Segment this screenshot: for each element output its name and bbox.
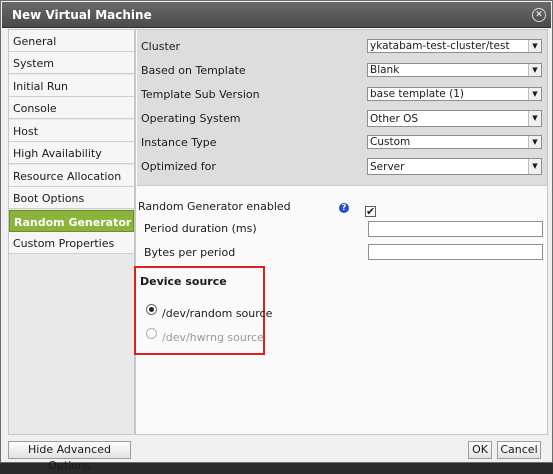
template-value: Blank — [370, 64, 400, 76]
period-duration-label: Period duration (ms) — [144, 222, 257, 235]
sidebar-item-custom-properties[interactable]: Custom Properties — [9, 232, 134, 254]
sidebar-item-random-generator[interactable]: Random Generator — [9, 210, 134, 232]
dialog-titlebar[interactable]: New Virtual Machine ✕ — [2, 2, 551, 28]
chevron-down-icon: ▼ — [528, 159, 541, 174]
sub-version-select[interactable]: base template (1) ▼ — [367, 87, 542, 101]
bytes-per-period-label: Bytes per period — [144, 246, 236, 259]
cluster-value: ykatabam-test-cluster/test — [370, 40, 510, 52]
dev-hwrng-radio[interactable] — [146, 328, 157, 339]
instance-type-value: Custom — [370, 136, 411, 148]
sidebar-item-console[interactable]: Console — [9, 97, 134, 119]
sidebar: General System Initial Run Console Host … — [8, 29, 135, 435]
sidebar-item-label: Host — [13, 125, 39, 138]
optimized-for-label: Optimized for — [141, 160, 216, 173]
sidebar-item-boot-options[interactable]: Boot Options — [9, 187, 134, 209]
sidebar-item-system[interactable]: System — [9, 52, 134, 74]
sidebar-item-label: Boot Options — [13, 192, 85, 205]
optimized-for-value: Server — [370, 161, 405, 173]
os-select[interactable]: Other OS ▼ — [367, 110, 542, 127]
sub-version-label: Template Sub Version — [141, 88, 260, 101]
sidebar-item-general[interactable]: General — [9, 30, 134, 52]
device-source-title: Device source — [140, 275, 227, 288]
ok-button[interactable]: OK — [468, 441, 492, 459]
new-vm-dialog: New Virtual Machine ✕ General System Ini… — [0, 0, 553, 472]
sidebar-item-label: Resource Allocation — [13, 170, 122, 183]
sidebar-item-label: General — [13, 35, 57, 48]
sidebar-item-initial-run[interactable]: Initial Run — [9, 75, 134, 97]
template-label: Based on Template — [141, 64, 246, 77]
rng-enabled-label: Random Generator enabled — [138, 200, 291, 213]
sidebar-item-label: High Availability — [13, 147, 102, 160]
sidebar-item-label: System — [13, 57, 55, 70]
hide-advanced-options-button[interactable]: Hide Advanced Options — [8, 441, 131, 472]
chevron-down-icon: ▼ — [528, 136, 541, 148]
template-select[interactable]: Blank ▼ — [367, 63, 542, 77]
instance-type-label: Instance Type — [141, 136, 217, 149]
os-label: Operating System — [141, 112, 241, 125]
sidebar-item-label: Custom Properties — [13, 237, 115, 250]
bytes-per-period-input[interactable] — [368, 244, 543, 260]
chevron-down-icon: ▼ — [528, 88, 541, 100]
dialog-title: New Virtual Machine — [12, 8, 152, 22]
help-icon[interactable]: ? — [339, 203, 349, 213]
dev-hwrng-label: /dev/hwrng source — [162, 331, 264, 344]
dev-random-label: /dev/random source — [162, 307, 273, 320]
rng-enabled-checkbox[interactable]: ✔ — [365, 206, 376, 217]
sidebar-item-high-availability[interactable]: High Availability — [9, 142, 134, 164]
close-icon[interactable]: ✕ — [532, 8, 546, 22]
sidebar-item-label: Initial Run — [13, 80, 69, 93]
sidebar-item-host[interactable]: Host — [9, 120, 134, 142]
sub-version-value: base template (1) — [370, 88, 464, 100]
chevron-down-icon: ▼ — [528, 64, 541, 76]
sidebar-item-label: Random Generator — [14, 216, 132, 229]
chevron-down-icon: ▼ — [528, 111, 541, 126]
sidebar-item-label: Console — [13, 102, 57, 115]
os-value: Other OS — [370, 113, 419, 125]
chevron-down-icon: ▼ — [528, 40, 541, 52]
sidebar-item-resource-allocation[interactable]: Resource Allocation — [9, 165, 134, 187]
cluster-label: Cluster — [141, 40, 181, 53]
optimized-for-select[interactable]: Server ▼ — [367, 158, 542, 175]
period-duration-input[interactable] — [368, 221, 543, 237]
instance-type-select[interactable]: Custom ▼ — [367, 135, 542, 149]
cluster-select[interactable]: ykatabam-test-cluster/test ▼ — [367, 39, 542, 53]
cancel-button[interactable]: Cancel — [497, 441, 541, 459]
dev-random-radio[interactable] — [146, 304, 157, 315]
